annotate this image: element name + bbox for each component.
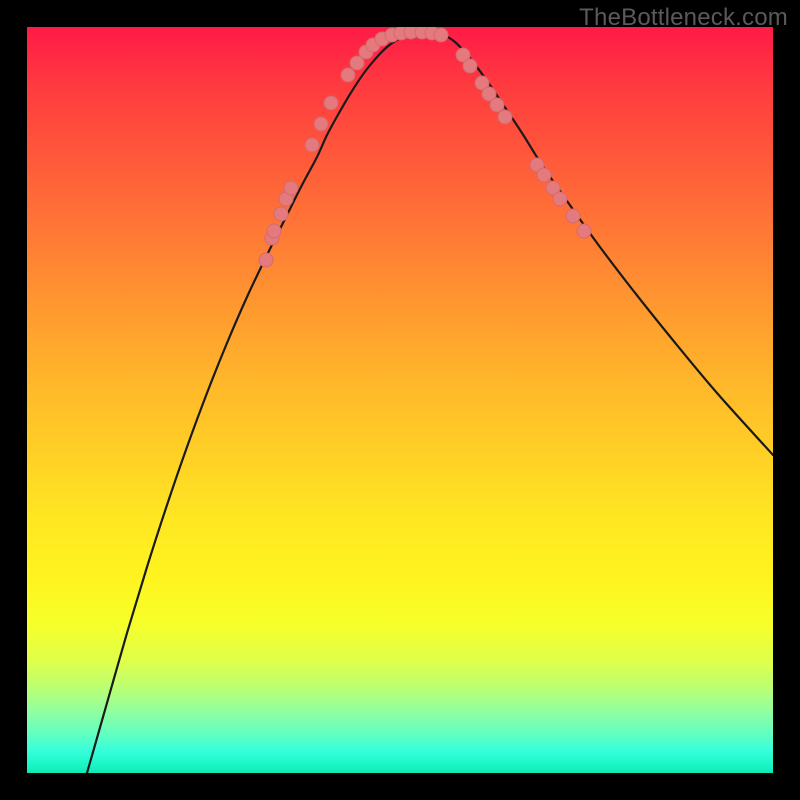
data-point bbox=[267, 224, 281, 238]
data-point bbox=[537, 168, 551, 182]
data-point bbox=[463, 59, 477, 73]
chart-frame: TheBottleneck.com bbox=[0, 0, 800, 800]
data-point bbox=[498, 110, 512, 124]
watermark-text: TheBottleneck.com bbox=[579, 4, 788, 32]
plot-area bbox=[27, 27, 773, 773]
data-point bbox=[434, 28, 448, 42]
data-point bbox=[553, 192, 567, 206]
chart-svg bbox=[27, 27, 773, 773]
data-points bbox=[259, 27, 591, 267]
data-point bbox=[259, 253, 273, 267]
data-point bbox=[490, 98, 504, 112]
data-point bbox=[341, 68, 355, 82]
bottleneck-curve bbox=[87, 32, 773, 773]
data-point bbox=[274, 207, 288, 221]
data-point bbox=[324, 96, 338, 110]
data-point bbox=[577, 224, 591, 238]
data-point bbox=[305, 138, 319, 152]
data-point bbox=[314, 117, 328, 131]
data-point bbox=[566, 209, 580, 223]
data-point bbox=[284, 181, 298, 195]
